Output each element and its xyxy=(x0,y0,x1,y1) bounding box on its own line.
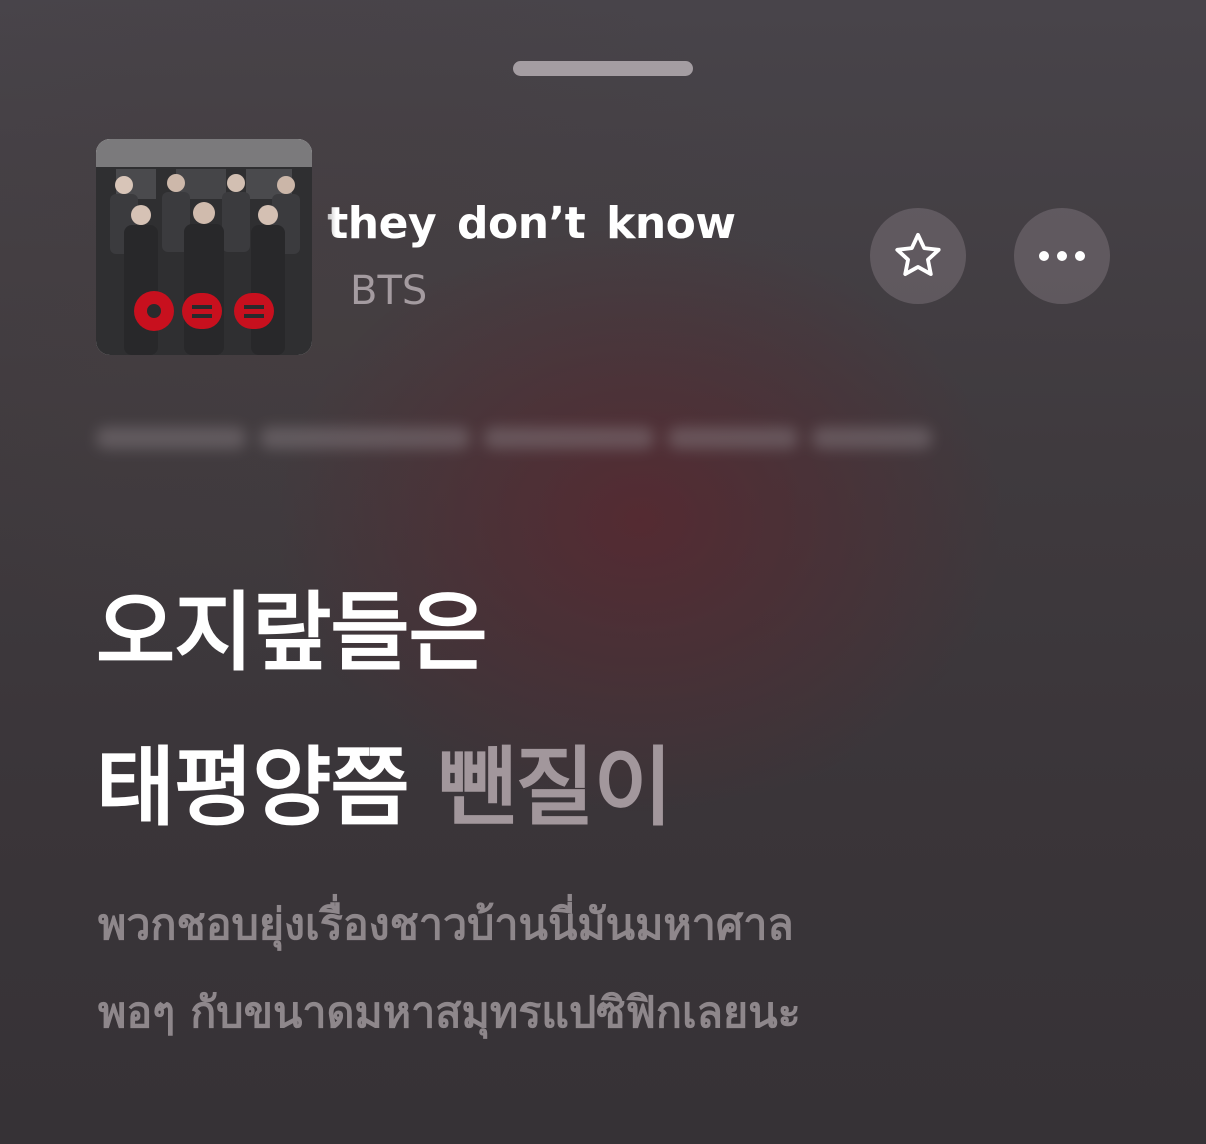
sheet-grabber-handle[interactable] xyxy=(513,61,693,76)
song-title-marquee[interactable]: it us they don’t know xyxy=(312,196,864,256)
favorite-button[interactable] xyxy=(870,208,966,304)
previous-lyric-line-blurred[interactable] xyxy=(96,418,966,458)
star-icon xyxy=(895,232,941,276)
current-lyric-line-2[interactable]: 태평양쯤 뺀질이 xyxy=(96,745,673,831)
lyric-translation-line-2: พอๆ กับขนาดมหาสมุทรแปซิฟิกเลยนะ xyxy=(98,988,801,1038)
current-lyric-line-1[interactable]: 오지랖들은 xyxy=(96,590,488,676)
lyric-translation-line-1: พวกชอบยุ่งเรื่องชาวบ้านนี่มันมหาศาล xyxy=(98,900,794,950)
more-options-button[interactable] xyxy=(1014,208,1110,304)
album-logo xyxy=(134,291,274,331)
album-artwork-image xyxy=(96,139,312,355)
lyric-sung-part: 태평양쯤 xyxy=(96,738,409,838)
song-title: it us they don’t know xyxy=(312,198,736,249)
ellipsis-icon xyxy=(1039,251,1085,261)
album-artwork[interactable] xyxy=(96,139,312,355)
artist-name[interactable]: BTS xyxy=(350,268,427,314)
lyric-unsung-part: 뺀질이 xyxy=(437,738,672,838)
